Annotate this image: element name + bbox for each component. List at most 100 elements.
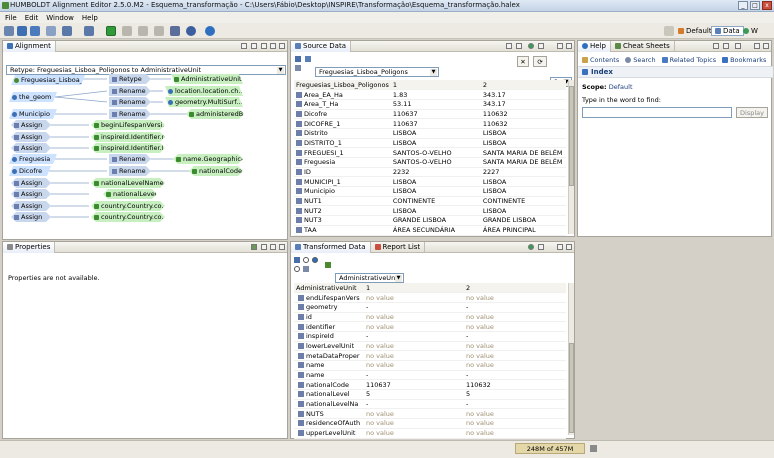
table-row[interactable]: geometry - -	[294, 302, 566, 313]
target-node-name[interactable]: name.Geographical...	[173, 154, 243, 164]
target-node-nationalcode[interactable]: nationalCode	[189, 166, 243, 176]
table-row[interactable]: TAA ÁREA SECUNDÁRIA ÁREA PRINCIPAL	[294, 225, 566, 236]
target-node-inspireid-n[interactable]: inspireId.Identifier.n...	[91, 132, 165, 142]
function-rename-1[interactable]: Rename	[109, 86, 151, 96]
maximize-view-icon[interactable]	[566, 43, 572, 49]
run-icon[interactable]	[106, 26, 116, 36]
back-icon[interactable]	[713, 43, 719, 49]
view-menu-icon[interactable]	[538, 244, 544, 250]
table-row[interactable]: nationalLevel 5 5	[294, 389, 566, 400]
function-assign-7[interactable]: Assign	[11, 212, 51, 222]
source-node-freguesias[interactable]: Freguesias_Lisboa_...	[11, 75, 85, 85]
index-search-input[interactable]	[582, 107, 732, 118]
radio-option[interactable]	[303, 257, 309, 263]
transformed-type-combo[interactable]: AdministrativeUnit ▼	[335, 273, 404, 283]
filter-icon[interactable]	[295, 65, 301, 71]
scope-link[interactable]: Default	[609, 83, 633, 91]
table-row[interactable]: Municipio LISBOA LISBOA	[294, 186, 566, 197]
target-node-geometry[interactable]: geometry.MultiSurf...	[165, 97, 243, 107]
table-row[interactable]: FREGUESI_1 SANTOS-O-VELHO SANTA MARIA DE B…	[294, 147, 566, 158]
table-row[interactable]: name no value no value	[294, 360, 566, 371]
maximize-view-icon[interactable]	[279, 244, 285, 250]
radio-option[interactable]	[294, 266, 300, 272]
maximize-view-icon[interactable]	[566, 244, 572, 250]
table-row[interactable]: inspireId - -	[294, 331, 566, 342]
table-row[interactable]: residenceOfAuth no value no value	[294, 418, 566, 429]
function-assign-2[interactable]: Assign	[11, 132, 51, 142]
table-row[interactable]: nationalLevelNa - -	[294, 399, 566, 410]
redo-icon[interactable]	[138, 26, 148, 36]
minimize-button[interactable]: _	[738, 1, 748, 10]
new-icon[interactable]	[4, 26, 14, 36]
help-related-link[interactable]: Related Topics	[661, 56, 716, 64]
table-row[interactable]: ID 2232 2227	[294, 167, 566, 178]
map-view-icon[interactable]	[528, 244, 534, 250]
open-perspective-icon[interactable]	[664, 26, 674, 36]
pin-icon[interactable]	[251, 244, 257, 250]
transformed-scrollbar[interactable]	[568, 283, 574, 435]
tab-alignment[interactable]: Alignment	[3, 40, 56, 52]
minimize-view-icon[interactable]	[754, 43, 760, 49]
help-icon[interactable]	[205, 26, 215, 36]
menu-window[interactable]: Window	[46, 14, 74, 22]
view-menu-icon[interactable]	[261, 43, 267, 49]
menu-file[interactable]: File	[5, 14, 17, 22]
maximize-view-icon[interactable]	[279, 43, 285, 49]
table-row[interactable]: Freguesia SANTOS-O-VELHO SANTA MARIA DE BE…	[294, 157, 566, 168]
scrollbar-thumb[interactable]	[569, 86, 574, 186]
view-menu-icon[interactable]	[261, 244, 267, 250]
table-row[interactable]: MUNICIPI_1 LISBOA LISBOA	[294, 176, 566, 188]
column-header[interactable]: 2	[480, 80, 566, 91]
column-header[interactable]: Freguesias_Lisboa_Poligonos	[294, 80, 391, 91]
table-view-icon[interactable]	[506, 43, 512, 49]
map-icon[interactable]	[170, 26, 180, 36]
map-view-icon[interactable]	[528, 43, 534, 49]
perspective-default[interactable]: Default	[675, 26, 715, 36]
import-icon[interactable]	[62, 26, 72, 36]
menu-help[interactable]: Help	[82, 14, 98, 22]
table-row[interactable]: metaDataProper no value no value	[294, 350, 566, 361]
function-assign-6[interactable]: Assign	[11, 201, 51, 211]
function-assign-3[interactable]: Assign	[11, 143, 51, 153]
tab-transformed-data[interactable]: Transformed Data	[291, 241, 371, 253]
target-node-nationallevelname[interactable]: nationalLevelName...	[91, 178, 165, 188]
save-icon[interactable]	[17, 26, 27, 36]
tab-cheat-sheets[interactable]: Cheat Sheets	[611, 40, 675, 52]
table-row[interactable]: nationalCode 110637 110632	[294, 379, 566, 391]
perspective-data[interactable]: Data	[711, 26, 744, 36]
source-node-dicofre[interactable]: Dicofre	[9, 166, 51, 176]
scrollbar-thumb[interactable]	[569, 343, 574, 433]
source-node-municipio[interactable]: Municipio	[9, 109, 57, 119]
source-node-freguesia[interactable]: Freguesia	[9, 154, 57, 164]
minimize-view-icon[interactable]	[557, 43, 563, 49]
help-search-link[interactable]: Search	[625, 56, 656, 64]
target-node-administrativeunit[interactable]: AdministrativeUnit	[171, 74, 243, 84]
function-assign-1[interactable]: Assign	[11, 120, 51, 130]
help-bookmarks-link[interactable]: Bookmarks	[722, 56, 766, 64]
table-row[interactable]: NUT3 GRANDE LISBOA GRANDE LISBOA	[294, 215, 566, 226]
view-menu-icon[interactable]	[538, 43, 544, 49]
filter-icon[interactable]	[303, 266, 309, 272]
table-row[interactable]: Area_T_Ha 53.11 343.17	[294, 99, 566, 110]
save-all-icon[interactable]	[30, 26, 40, 36]
function-rename-4[interactable]: Rename	[109, 154, 151, 164]
function-rename-3[interactable]: Rename	[109, 109, 151, 119]
help-icon[interactable]	[295, 56, 301, 62]
table-row[interactable]: upperLevelUnit no value no value	[294, 428, 566, 439]
source-type-combo[interactable]: Freguesias_Lisboa_Poligons ▼	[315, 67, 439, 77]
layout-icon[interactable]	[241, 43, 247, 49]
tab-report-list[interactable]: Report List	[371, 241, 426, 253]
column-header[interactable]: 1	[364, 283, 464, 294]
table-row[interactable]: Dicofre 110637 110632	[294, 109, 566, 120]
function-assign-5[interactable]: Assign	[11, 189, 51, 199]
filter-icon[interactable]	[251, 43, 257, 49]
heap-status[interactable]: 248M of 457M	[515, 443, 585, 454]
function-rename-2[interactable]: Rename	[109, 97, 151, 107]
tab-source-data[interactable]: Source Data	[291, 40, 351, 52]
perspective-more[interactable]: W	[740, 26, 761, 36]
table-row[interactable]: Area_EA_Ha 1.83 343.17	[294, 89, 566, 100]
minimize-view-icon[interactable]	[270, 244, 276, 250]
table-row[interactable]: lowerLevelUnit no value no value	[294, 341, 566, 352]
undo-icon[interactable]	[122, 26, 132, 36]
function-rename-5[interactable]: Rename	[109, 166, 151, 176]
